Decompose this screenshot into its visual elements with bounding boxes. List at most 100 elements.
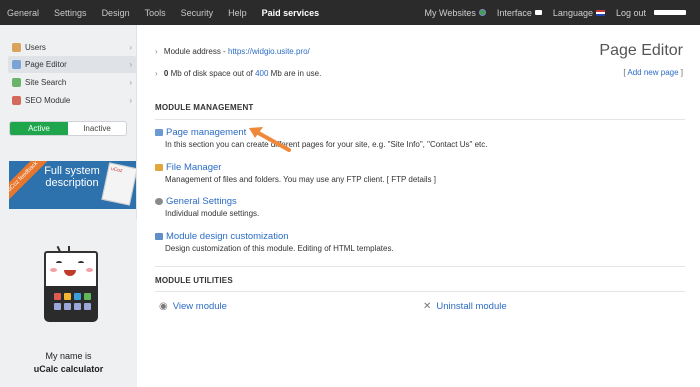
inactive-toggle[interactable]: Inactive: [68, 122, 126, 135]
mascot-eye-right: [78, 261, 84, 265]
key-e: [54, 303, 61, 310]
sidebar-item-site-search[interactable]: Site Search ›: [8, 74, 136, 91]
bracket-close: ]: [678, 68, 683, 77]
general-settings-icon: [155, 198, 163, 205]
users-icon: [12, 43, 21, 52]
chevron-right-icon: ›: [129, 96, 132, 105]
key-g: [74, 303, 81, 310]
logout-label: Log out: [615, 7, 646, 18]
active-toggle[interactable]: Active: [10, 122, 68, 135]
uninstall-module-button[interactable]: ✕ Uninstall module: [423, 301, 507, 312]
menu-help[interactable]: Help: [228, 8, 247, 18]
disk-usage-suffix: Mb are in use.: [268, 69, 322, 78]
eye-icon: ◉: [159, 301, 168, 312]
sidebar-item-label: Page Editor: [25, 60, 67, 69]
ucalc-line2: uCalc calculator: [33, 364, 104, 374]
disk-usage: › 0 Mb of disk space out of 400 Mb are i…: [155, 69, 321, 78]
sidebar-item-users[interactable]: Users ›: [8, 39, 136, 56]
design-customization-description: Design customization of this module. Edi…: [165, 244, 394, 253]
interface-label: Interface: [496, 7, 532, 18]
module-address-link[interactable]: https://widgio.usite.pro/: [228, 47, 310, 56]
module-status-toggle: Active Inactive: [9, 121, 127, 136]
page-management-icon: [155, 129, 163, 136]
page-editor-icon: [12, 60, 21, 69]
general-settings-link[interactable]: General Settings: [166, 196, 237, 207]
key-c: [74, 293, 81, 300]
page-title: Page Editor: [599, 42, 683, 59]
mascot-cheek-right: [86, 268, 93, 272]
close-icon: ✕: [423, 301, 432, 312]
my-websites-link[interactable]: My Websites: [425, 8, 486, 18]
divider: [155, 291, 685, 292]
page-management-description: In this section you can create different…: [165, 140, 488, 149]
seo-icon: [12, 96, 21, 105]
chevron-right-icon: ›: [129, 60, 132, 69]
menu-tools[interactable]: Tools: [145, 8, 166, 18]
interface-link[interactable]: Interface: [497, 8, 542, 18]
menu-paid-services[interactable]: Paid services: [262, 8, 320, 18]
pointer-arrow-icon: [249, 127, 291, 152]
calculator-mascot-icon: [42, 245, 102, 324]
ucalc-promo: My name is uCalc calculator: [0, 219, 137, 387]
language-link[interactable]: Language: [553, 8, 605, 18]
key-f: [64, 303, 71, 310]
sidebar-item-label: Site Search: [25, 78, 67, 87]
top-navigation-bar: General Settings Design Tools Security H…: [0, 0, 700, 25]
divider: [155, 119, 685, 120]
key-b: [64, 293, 71, 300]
add-new-page: [ Add new page ]: [623, 68, 683, 77]
module-address: › Module address - https://widgio.usite.…: [155, 47, 310, 56]
chevron-right-icon: ›: [129, 43, 132, 52]
system-description-banner[interactable]: uCoz feedback Full system description uC…: [9, 161, 136, 209]
search-icon: [12, 78, 21, 87]
chevron-right-icon: ›: [129, 78, 132, 87]
module-general-settings: General Settings Individual module setti…: [155, 196, 685, 218]
file-manager-link[interactable]: File Manager: [166, 162, 221, 173]
sidebar-item-label: SEO Module: [25, 96, 71, 105]
page-management-link[interactable]: Page management: [166, 127, 246, 138]
sidebar-item-seo-module[interactable]: SEO Module ›: [8, 92, 136, 109]
file-manager-icon: [155, 164, 163, 171]
key-h: [84, 303, 91, 310]
design-customization-icon: [155, 233, 163, 240]
module-management-header: MODULE MANAGEMENT: [155, 103, 254, 112]
disk-total-link[interactable]: 400: [255, 69, 268, 78]
key-d: [84, 293, 91, 300]
module-address-label: Module address -: [163, 47, 228, 56]
monitor-icon: [534, 10, 542, 15]
ucalc-caption: My name is uCalc calculator: [0, 350, 137, 376]
my-websites-label: My Websites: [424, 7, 476, 18]
module-page-management: Page management In this section you can …: [155, 127, 685, 149]
module-file-manager: File Manager Management of files and fol…: [155, 162, 685, 184]
view-module-label: View module: [172, 301, 227, 312]
main-menu: General Settings Design Tools Security H…: [0, 8, 334, 18]
sidebar-item-page-editor[interactable]: Page Editor ›: [8, 56, 136, 73]
view-module-button[interactable]: ◉ View module: [159, 301, 227, 312]
main-content: › Module address - https://widgio.usite.…: [155, 25, 685, 387]
general-settings-description: Individual module settings.: [165, 209, 260, 218]
language-label: Language: [552, 7, 593, 18]
key-a: [54, 293, 61, 300]
bullet: ›: [155, 69, 158, 78]
design-customization-link[interactable]: Module design customization: [166, 231, 289, 242]
bullet: ›: [155, 47, 158, 56]
module-design-customization: Module design customization Design custo…: [155, 231, 685, 253]
logout-link[interactable]: Log out: [616, 8, 686, 18]
flag-icon: [595, 9, 605, 16]
file-manager-description: Management of files and folders. You may…: [165, 175, 436, 184]
menu-general[interactable]: General: [7, 8, 39, 18]
menu-design[interactable]: Design: [102, 8, 130, 18]
sidebar: Users › Page Editor › Site Search › SEO …: [0, 25, 137, 387]
menu-settings[interactable]: Settings: [54, 8, 87, 18]
banner-text: Full system description: [44, 165, 100, 189]
mascot-eye-left: [56, 261, 62, 265]
menu-security[interactable]: Security: [181, 8, 214, 18]
globe-icon: [478, 9, 486, 16]
mascot-cheek-left: [50, 268, 57, 272]
uninstall-module-label: Uninstall module: [436, 301, 507, 312]
ucalc-line1: My name is: [45, 351, 92, 361]
add-new-page-link[interactable]: Add new page: [627, 68, 678, 77]
disk-usage-text: Mb of disk space out of: [168, 69, 256, 78]
top-right-menu: My Websites Interface Language Log out: [414, 0, 686, 25]
divider: [155, 266, 685, 267]
